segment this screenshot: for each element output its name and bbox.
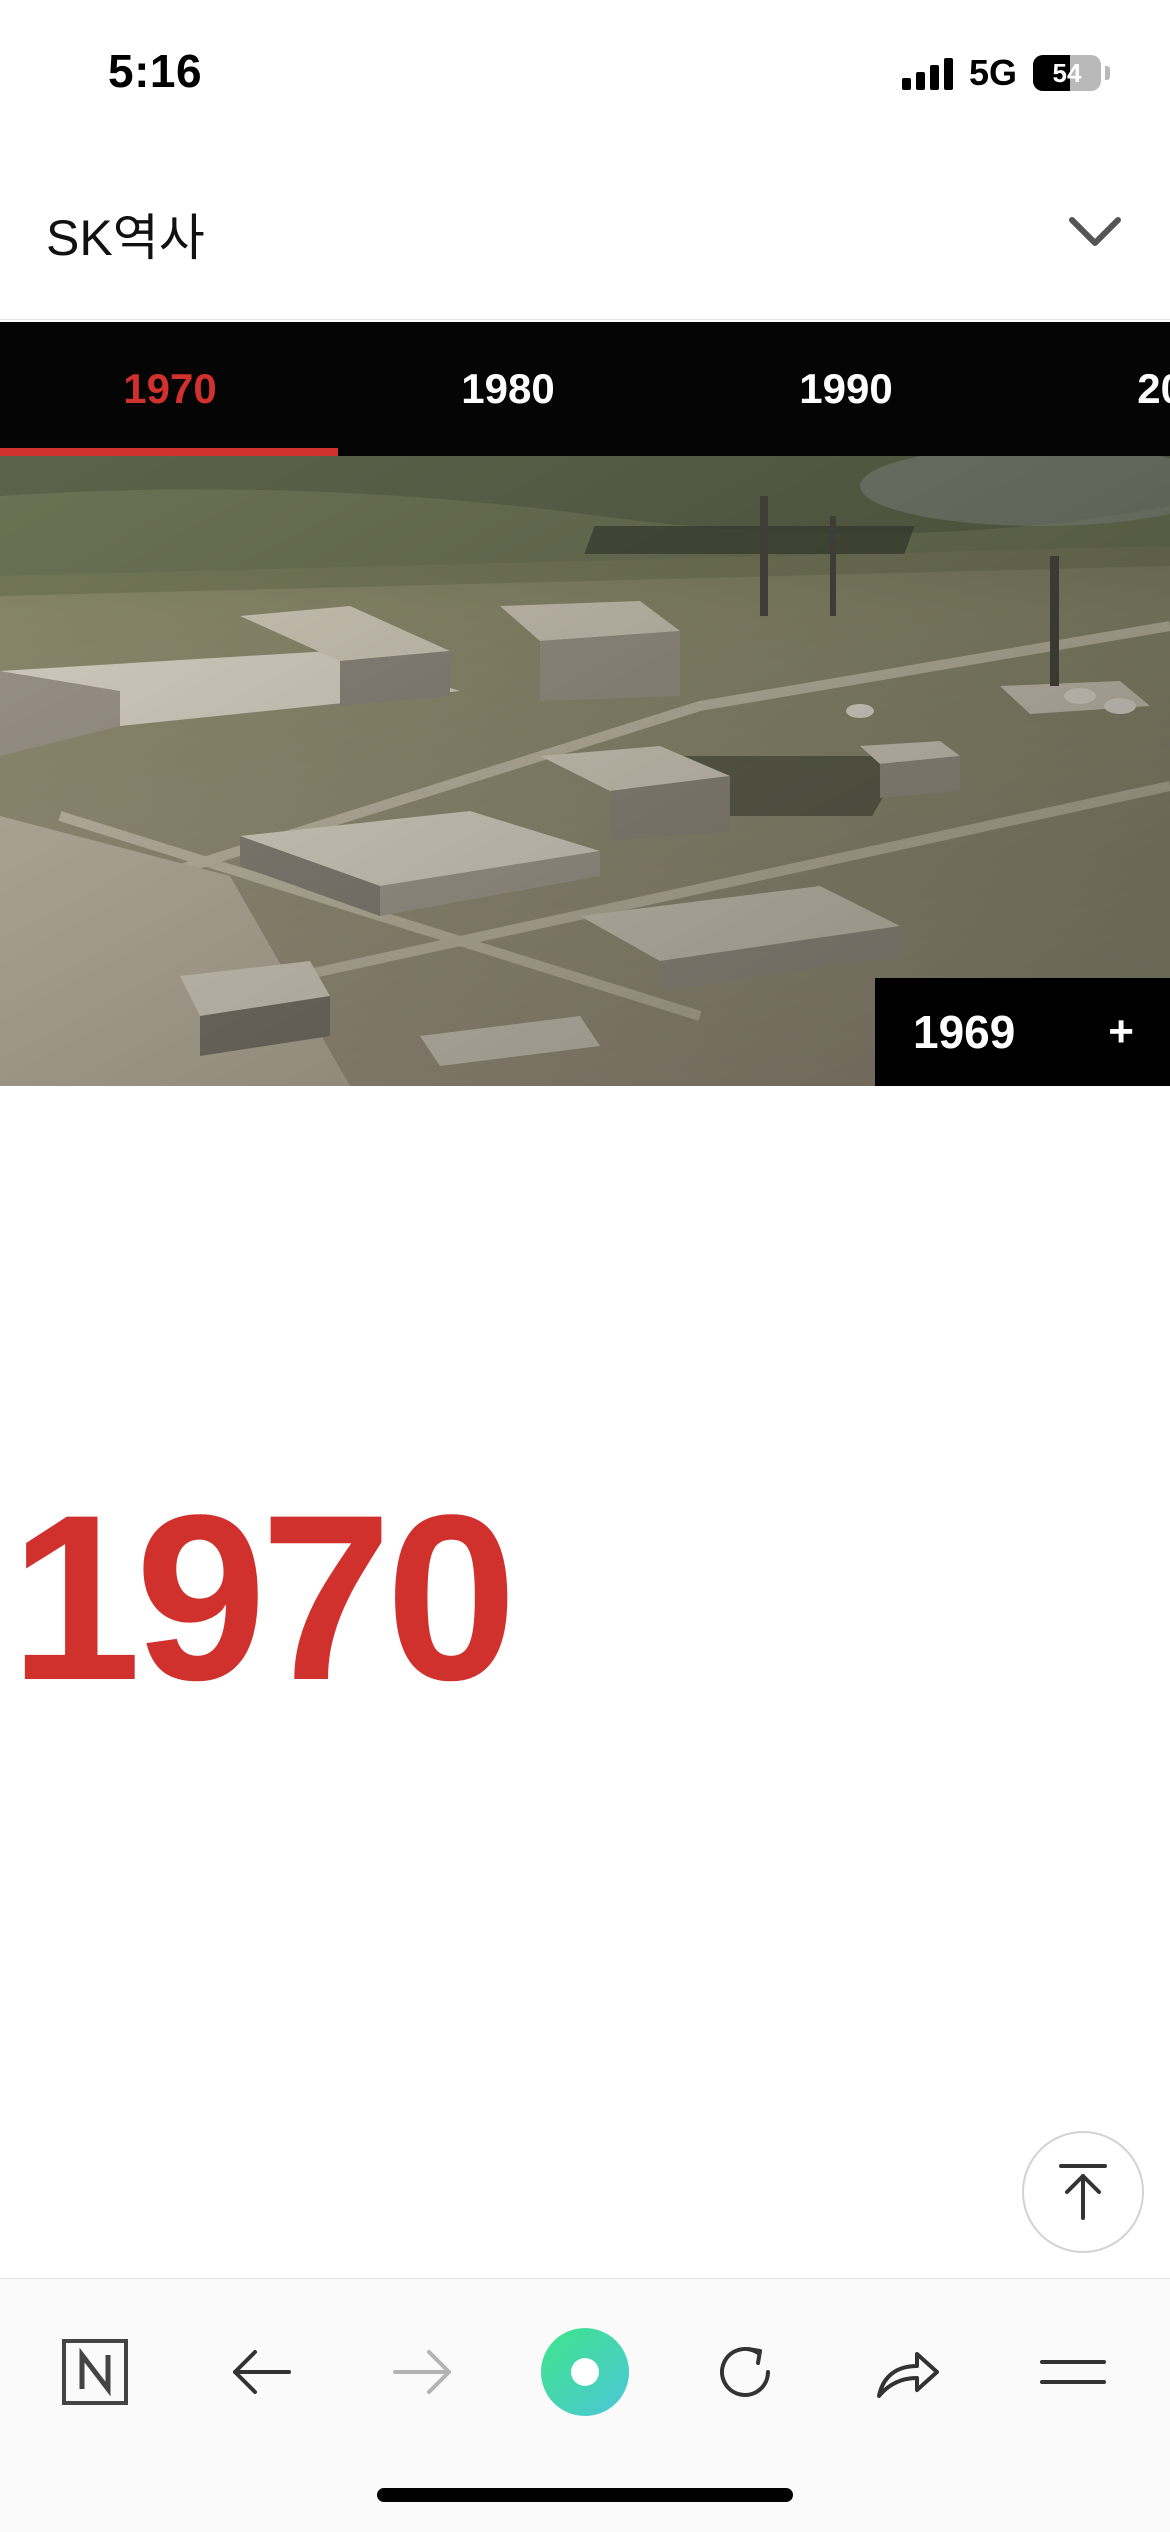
network-type: 5G bbox=[968, 52, 1017, 93]
active-tab-indicator bbox=[0, 448, 338, 456]
tab-1990[interactable]: 1990 bbox=[676, 322, 1016, 456]
decade-heading: 1970 bbox=[10, 1466, 517, 1730]
arrow-right-icon bbox=[393, 2350, 451, 2394]
decade-tabs: 1970 1980 1990 2000 bbox=[0, 322, 1170, 456]
battery-cap bbox=[1105, 66, 1110, 80]
naver-n-icon bbox=[62, 2339, 128, 2405]
naver-home-button[interactable] bbox=[40, 2317, 150, 2427]
battery-level: 54 bbox=[1052, 57, 1082, 88]
hero-image: 1969 + bbox=[0, 456, 1170, 1086]
battery-icon: 54 bbox=[1033, 55, 1101, 91]
forward-button[interactable] bbox=[368, 2317, 478, 2427]
tab-2000[interactable]: 2000 bbox=[1014, 322, 1170, 456]
reload-icon bbox=[720, 2347, 770, 2397]
plus-icon: + bbox=[1108, 1007, 1134, 1056]
year-badge-label: 1969 bbox=[913, 1006, 1016, 1058]
menu-button[interactable] bbox=[1018, 2317, 1128, 2427]
page-title: SK역사 bbox=[46, 210, 205, 266]
share-arrow-icon bbox=[877, 2352, 939, 2398]
share-button[interactable] bbox=[853, 2317, 963, 2427]
status-indicators: 5G 54 bbox=[901, 52, 1110, 94]
home-indicator bbox=[377, 2488, 793, 2502]
arrow-left-icon bbox=[233, 2350, 291, 2394]
reload-button[interactable] bbox=[690, 2317, 800, 2427]
site-header: SK역사 bbox=[0, 140, 1170, 320]
scroll-top-button[interactable] bbox=[1022, 2131, 1144, 2253]
arrow-up-to-top-icon bbox=[1059, 2164, 1107, 2220]
year-badge-1969[interactable]: 1969 + bbox=[875, 978, 1170, 1086]
status-time: 5:16 bbox=[108, 45, 203, 97]
tab-1970[interactable]: 1970 bbox=[0, 322, 340, 456]
menu-icon bbox=[1040, 2360, 1106, 2384]
signal-icon bbox=[901, 56, 953, 90]
tab-1980[interactable]: 1980 bbox=[338, 322, 678, 456]
page: 5:16 5G 54 SK역사 1970 1980 1990 2000 bbox=[0, 0, 1170, 2532]
back-button[interactable] bbox=[206, 2317, 316, 2427]
status-bar: 5:16 5G 54 bbox=[0, 0, 1170, 140]
chevron-down-icon[interactable] bbox=[1066, 202, 1124, 260]
greendot-icon bbox=[541, 2328, 629, 2416]
greendot-button[interactable] bbox=[530, 2317, 640, 2427]
